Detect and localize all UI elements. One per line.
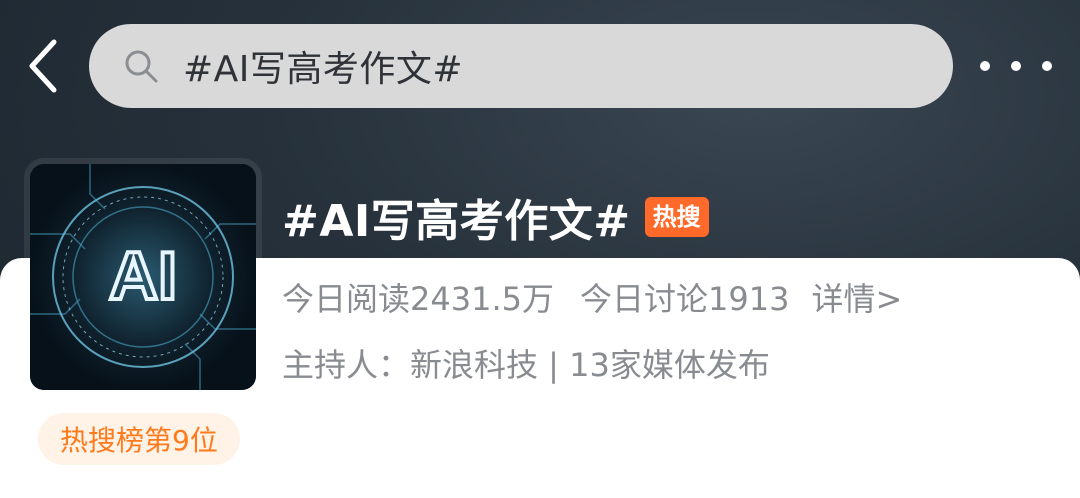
- topic-title-row: #AI写高考作文# 热搜: [282, 185, 709, 249]
- chevron-left-icon: [29, 39, 57, 93]
- ai-logo-text: AI: [109, 238, 177, 314]
- host-info: 主持人：新浪科技 | 13家媒体发布: [282, 340, 770, 386]
- rank-text: 热搜榜第9位: [60, 424, 218, 457]
- search-bar[interactable]: #AI写高考作文#: [89, 24, 953, 108]
- host-text: 主持人：新浪科技 | 13家媒体发布: [282, 346, 770, 384]
- hot-badge: 热搜: [644, 197, 709, 237]
- more-options-button[interactable]: [980, 48, 1052, 84]
- read-count: 今日阅读2431.5万: [282, 280, 554, 318]
- topic-title: #AI写高考作文#: [282, 196, 631, 247]
- back-button[interactable]: [18, 34, 68, 98]
- search-icon: [123, 47, 161, 85]
- discuss-count: 今日讨论1913: [579, 280, 790, 318]
- ai-logo-graphic: AI: [30, 164, 256, 390]
- topic-stats: 今日阅读2431.5万 今日讨论1913 详情>: [282, 274, 902, 320]
- topic-cover-image[interactable]: AI: [30, 164, 256, 390]
- rank-badge[interactable]: 热搜榜第9位: [38, 413, 240, 465]
- more-horizontal-icon: [980, 61, 990, 71]
- detail-link[interactable]: 详情>: [811, 274, 902, 320]
- search-query-text[interactable]: #AI写高考作文#: [183, 40, 463, 92]
